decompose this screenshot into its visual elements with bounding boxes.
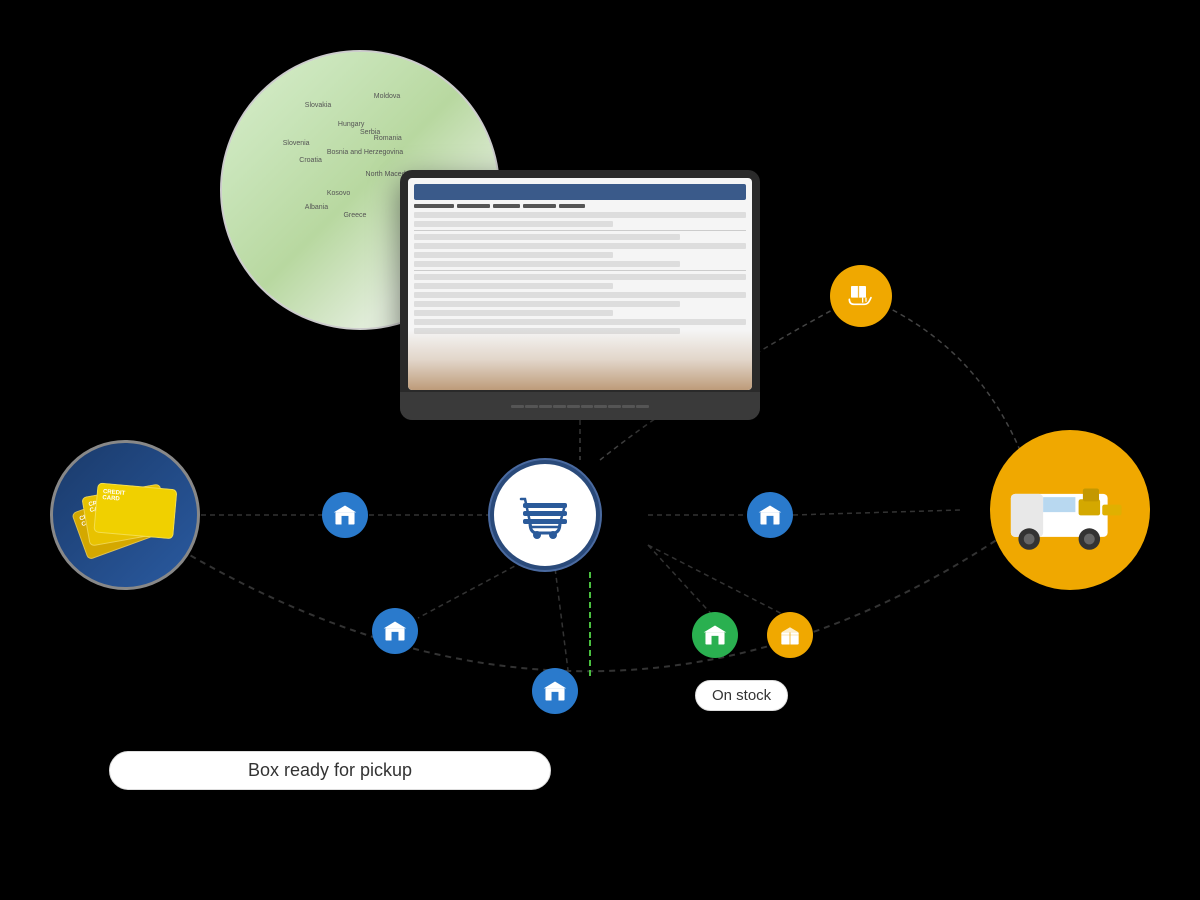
store-node-left-3: [532, 668, 578, 714]
on-stock-text: On stock: [712, 687, 771, 704]
box-node-right-orange: [767, 612, 813, 658]
store-icon-4: [757, 502, 783, 528]
store-node-left-1: [322, 492, 368, 538]
van-svg: [1005, 467, 1135, 553]
box-ready-label: Box ready for pickup: [109, 751, 551, 790]
delivery-van-image: [990, 430, 1150, 590]
laptop-image: [400, 170, 760, 420]
center-cart-node: [490, 460, 600, 570]
box-ready-text: Box ready for pickup: [248, 760, 412, 780]
store-icon-3: [542, 678, 568, 704]
cart-icon: [515, 485, 575, 545]
store-node-right-1: [747, 492, 793, 538]
store-icon-1: [332, 502, 358, 528]
store-node-left-2: [372, 608, 418, 654]
box-icon: [777, 622, 803, 648]
on-stock-badge: On stock: [695, 680, 788, 711]
store-icon-5: [702, 622, 728, 648]
store-node-right-green: [692, 612, 738, 658]
credit-cards-image: CREDITCARD CREDITCARD CREDITCARD: [50, 440, 200, 590]
pickup-node-top: [830, 265, 892, 327]
store-icon-2: [382, 618, 408, 644]
pickup-icon: [846, 281, 876, 311]
scene: Slovakia Hungary Slovenia Croatia Bosnia…: [0, 0, 1200, 900]
laptop-screen: [408, 178, 752, 390]
